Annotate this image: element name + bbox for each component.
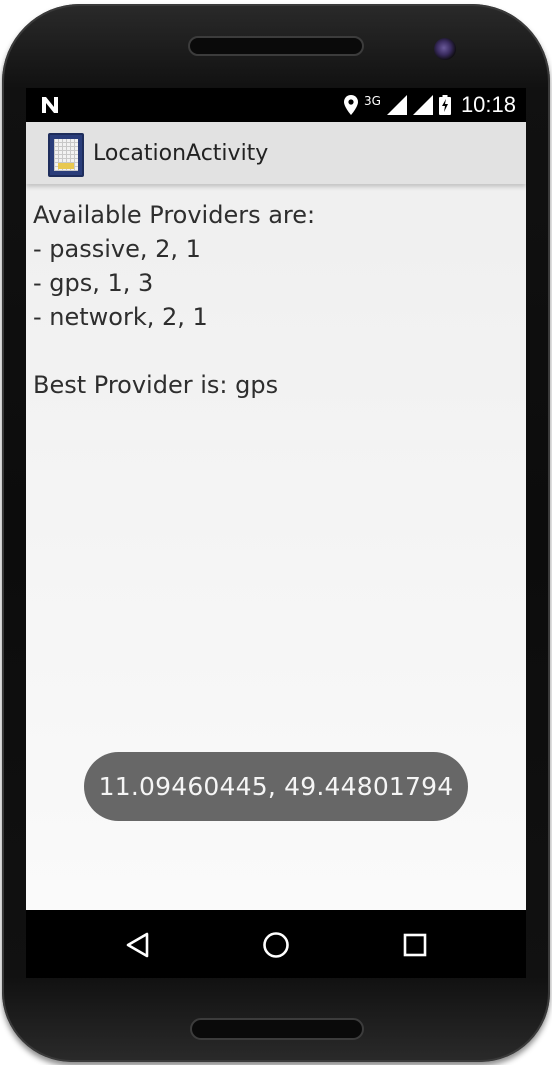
provider-info-text: Available Providers are: - passive, 2, 1…	[33, 198, 513, 402]
signal-icon	[386, 95, 407, 115]
app-launcher-icon	[48, 133, 84, 177]
n-notification-icon	[42, 97, 58, 113]
clock-time: 10:18	[460, 92, 516, 117]
status-bar: 3G 10:18	[26, 88, 526, 122]
top-speaker-grille	[188, 36, 364, 56]
status-icons: 3G 10:18	[344, 88, 516, 122]
home-icon[interactable]	[261, 930, 291, 960]
provider-item: - gps, 1, 3	[33, 269, 154, 297]
location-pin-icon	[344, 95, 358, 115]
battery-charging-icon	[438, 95, 451, 115]
front-camera	[434, 38, 456, 60]
best-provider-text: Best Provider is: gps	[33, 371, 279, 399]
provider-item: - passive, 2, 1	[33, 235, 201, 263]
signal-icon	[412, 95, 433, 115]
navigation-bar	[26, 910, 526, 978]
action-bar: LocationActivity	[26, 122, 526, 184]
providers-heading: Available Providers are:	[33, 201, 316, 229]
action-bar-title: LocationActivity	[93, 141, 269, 166]
back-icon[interactable]	[123, 930, 153, 960]
toast-text: 11.09460445, 49.44801794	[98, 772, 454, 801]
device-screen: 3G 10:18 LocationActivity Available Prov…	[26, 88, 526, 910]
recents-icon[interactable]	[400, 930, 430, 960]
network-type-label: 3G	[364, 94, 381, 108]
bottom-speaker-grille	[190, 1018, 364, 1040]
location-toast: 11.09460445, 49.44801794	[84, 752, 468, 821]
provider-item: - network, 2, 1	[33, 303, 208, 331]
